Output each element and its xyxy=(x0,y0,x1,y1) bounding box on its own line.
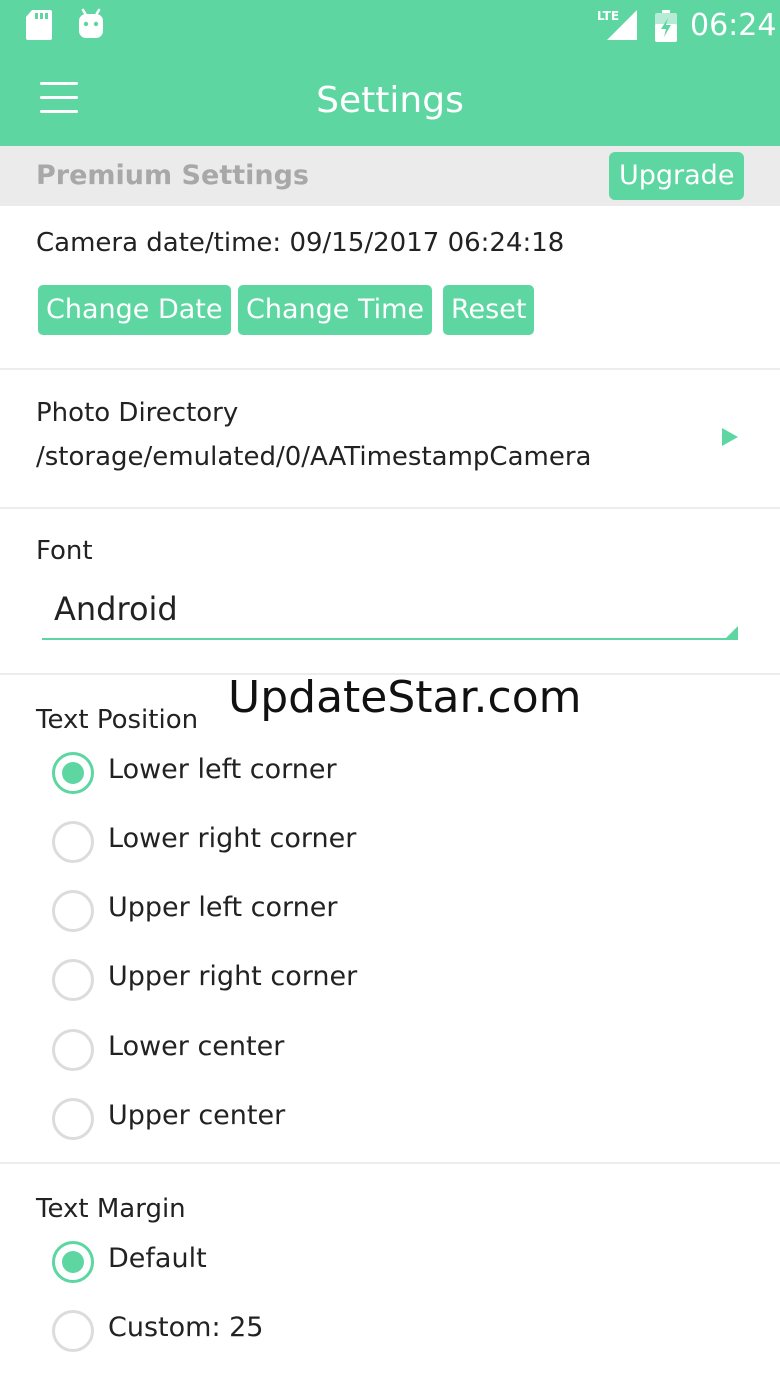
change-time-button[interactable]: Change Time xyxy=(238,285,433,335)
radio-label: Lower right corner xyxy=(108,823,357,854)
camera-datetime-label: Camera date/time: 09/15/2017 06:24:18 xyxy=(36,228,565,258)
app-bar: Settings xyxy=(0,52,780,146)
premium-settings-header: Premium Settings Upgrade xyxy=(0,146,780,206)
reset-button[interactable]: Reset xyxy=(443,285,535,335)
battery-icon xyxy=(655,10,677,42)
radio-label: Upper left corner xyxy=(108,892,338,923)
radio-circle xyxy=(52,1241,94,1283)
radio-label: Upper center xyxy=(108,1100,286,1131)
radio-circle xyxy=(52,1310,94,1352)
dropdown-corner-icon xyxy=(724,626,738,640)
radio-label: Lower left corner xyxy=(108,754,337,785)
upgrade-button[interactable]: Upgrade xyxy=(609,152,745,200)
radio-circle xyxy=(52,890,94,932)
photo-directory-path: /storage/emulated/0/AATimestampCamera xyxy=(36,442,592,472)
radio-option[interactable]: Lower right corner xyxy=(52,821,732,877)
font-dropdown[interactable]: Android xyxy=(42,584,738,642)
radio-circle xyxy=(52,821,94,863)
dropdown-underline xyxy=(42,638,738,640)
radio-label: Custom: 25 xyxy=(108,1312,264,1343)
text-position-label: Text Position xyxy=(36,705,199,735)
radio-circle xyxy=(52,752,94,794)
status-clock: 06:24 xyxy=(690,8,777,43)
radio-circle xyxy=(52,959,94,1001)
photo-directory-title: Photo Directory xyxy=(36,398,239,428)
page-title: Settings xyxy=(316,80,464,121)
radio-option[interactable]: Upper left corner xyxy=(52,890,732,946)
sd-card-icon xyxy=(26,10,52,40)
play-arrow-icon[interactable] xyxy=(722,428,738,446)
premium-settings-label: Premium Settings xyxy=(36,160,310,191)
font-selected-value: Android xyxy=(54,590,178,628)
font-label: Font xyxy=(36,536,93,566)
radio-option[interactable]: Default xyxy=(52,1241,732,1297)
svg-text:LTE: LTE xyxy=(597,9,619,23)
radio-option[interactable]: Custom: 25 xyxy=(52,1310,732,1366)
radio-label: Lower center xyxy=(108,1031,285,1062)
radio-option[interactable]: Lower left corner xyxy=(52,752,732,808)
radio-label: Default xyxy=(108,1243,207,1274)
watermark-text: UpdateStar.com xyxy=(228,672,582,723)
radio-option[interactable]: Lower center xyxy=(52,1029,732,1085)
radio-option[interactable]: Upper center xyxy=(52,1098,732,1154)
radio-option[interactable]: Upper right corner xyxy=(52,959,732,1015)
photo-directory-row[interactable]: Photo Directory /storage/emulated/0/AATi… xyxy=(0,370,780,508)
radio-label: Upper right corner xyxy=(108,961,358,992)
change-date-button[interactable]: Change Date xyxy=(38,285,231,335)
divider xyxy=(0,1162,780,1164)
status-bar: LTE 06:24 xyxy=(0,0,780,52)
lte-signal-icon: LTE xyxy=(597,9,637,40)
radio-circle xyxy=(52,1029,94,1071)
android-icon xyxy=(79,8,103,38)
divider xyxy=(0,507,780,509)
text-margin-label: Text Margin xyxy=(36,1194,186,1224)
radio-circle xyxy=(52,1098,94,1140)
